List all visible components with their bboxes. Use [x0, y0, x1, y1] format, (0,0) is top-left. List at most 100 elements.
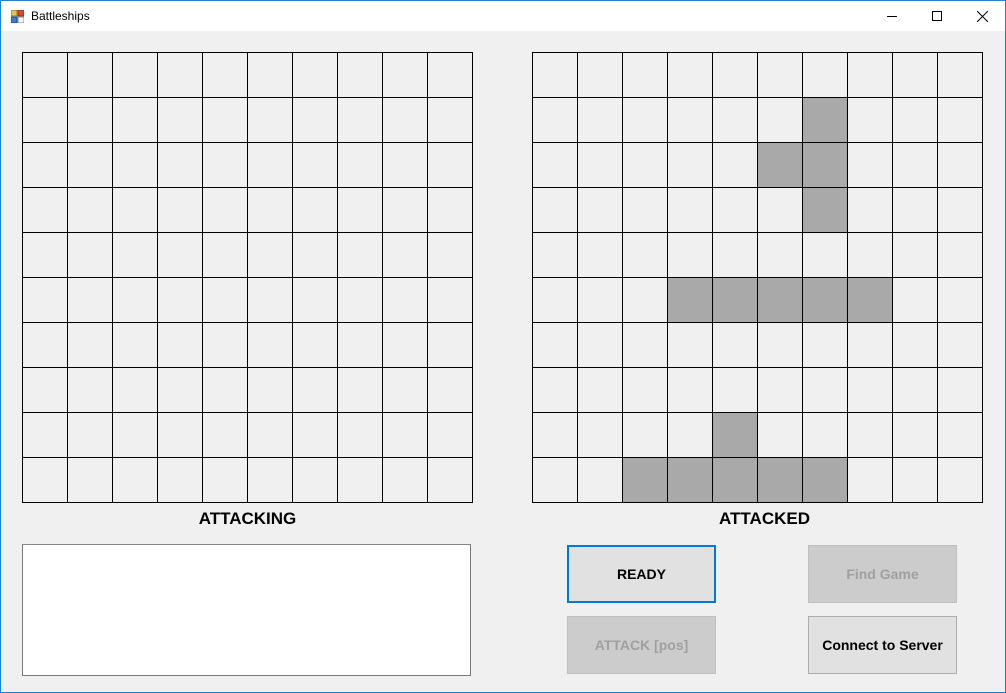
attacking-grid-cell[interactable] — [293, 53, 338, 98]
attacking-grid-cell[interactable] — [158, 458, 203, 503]
attacked-grid-cell[interactable] — [893, 368, 938, 413]
attacking-grid-cell[interactable] — [203, 188, 248, 233]
attacked-grid-cell[interactable] — [668, 98, 713, 143]
attacked-grid-cell[interactable] — [893, 413, 938, 458]
attacking-grid-cell[interactable] — [383, 98, 428, 143]
attacking-grid-cell[interactable] — [68, 188, 113, 233]
attacking-grid-cell[interactable] — [23, 368, 68, 413]
attacking-grid-cell[interactable] — [23, 143, 68, 188]
attacking-grid-cell[interactable] — [293, 323, 338, 368]
attacking-grid-cell[interactable] — [383, 233, 428, 278]
attacked-grid-cell[interactable] — [713, 413, 758, 458]
attacking-grid-cell[interactable] — [203, 413, 248, 458]
attacked-grid-cell[interactable] — [578, 53, 623, 98]
attacking-grid-cell[interactable] — [248, 143, 293, 188]
ready-button[interactable]: READY — [567, 545, 716, 603]
attacking-grid-cell[interactable] — [428, 233, 473, 278]
attacked-grid-cell[interactable] — [668, 188, 713, 233]
attacked-grid-cell[interactable] — [623, 368, 668, 413]
attacking-grid-cell[interactable] — [293, 143, 338, 188]
attacking-grid-cell[interactable] — [338, 143, 383, 188]
attacked-grid-cell[interactable] — [803, 53, 848, 98]
attacked-grid-cell[interactable] — [758, 98, 803, 143]
attacked-grid-cell[interactable] — [758, 413, 803, 458]
attacking-grid-cell[interactable] — [338, 458, 383, 503]
maximize-button[interactable] — [914, 1, 960, 31]
connect-to-server-button[interactable]: Connect to Server — [808, 616, 957, 674]
attacked-grid-cell[interactable] — [893, 143, 938, 188]
attacked-grid-cell[interactable] — [758, 278, 803, 323]
attacked-grid-cell[interactable] — [803, 458, 848, 503]
attacked-grid-cell[interactable] — [893, 188, 938, 233]
attacked-grid-cell[interactable] — [713, 98, 758, 143]
attacking-grid-cell[interactable] — [158, 143, 203, 188]
attacking-grid-cell[interactable] — [68, 143, 113, 188]
attacked-grid-cell[interactable] — [758, 233, 803, 278]
attacked-grid-cell[interactable] — [803, 413, 848, 458]
attacked-grid-cell[interactable] — [713, 188, 758, 233]
attacked-grid-cell[interactable] — [893, 323, 938, 368]
attacking-grid-cell[interactable] — [293, 458, 338, 503]
attacked-grid-cell[interactable] — [938, 413, 983, 458]
attacking-grid-cell[interactable] — [113, 368, 158, 413]
attacked-grid-cell[interactable] — [668, 278, 713, 323]
attacked-grid-cell[interactable] — [803, 323, 848, 368]
attacking-grid-cell[interactable] — [68, 233, 113, 278]
attacked-grid-cell[interactable] — [668, 368, 713, 413]
attacked-grid-cell[interactable] — [668, 458, 713, 503]
attacking-grid-cell[interactable] — [248, 458, 293, 503]
attacking-grid-cell[interactable] — [383, 278, 428, 323]
attacking-grid-cell[interactable] — [158, 233, 203, 278]
attacked-grid-cell[interactable] — [803, 143, 848, 188]
attacking-grid-cell[interactable] — [383, 188, 428, 233]
attacked-grid-cell[interactable] — [803, 98, 848, 143]
attacked-grid-cell[interactable] — [578, 233, 623, 278]
attacked-grid-cell[interactable] — [848, 458, 893, 503]
attacking-grid-cell[interactable] — [23, 278, 68, 323]
attacked-grid-cell[interactable] — [578, 143, 623, 188]
attacking-grid-cell[interactable] — [428, 368, 473, 413]
attacking-grid-cell[interactable] — [203, 458, 248, 503]
attacking-grid-cell[interactable] — [248, 413, 293, 458]
attacked-grid-cell[interactable] — [713, 323, 758, 368]
attacking-grid-cell[interactable] — [383, 323, 428, 368]
attacking-grid-cell[interactable] — [203, 233, 248, 278]
attacked-grid-cell[interactable] — [668, 413, 713, 458]
attacking-grid-cell[interactable] — [248, 323, 293, 368]
attacked-grid-cell[interactable] — [668, 233, 713, 278]
attacking-grid-cell[interactable] — [248, 53, 293, 98]
attacking-grid-cell[interactable] — [383, 458, 428, 503]
attacked-grid-cell[interactable] — [938, 323, 983, 368]
attacking-grid-cell[interactable] — [248, 98, 293, 143]
attacking-grid-cell[interactable] — [383, 53, 428, 98]
attacking-grid-cell[interactable] — [158, 278, 203, 323]
attacking-grid-cell[interactable] — [338, 368, 383, 413]
attacking-grid-cell[interactable] — [23, 53, 68, 98]
attacked-grid-cell[interactable] — [758, 188, 803, 233]
close-button[interactable] — [959, 1, 1005, 31]
attacking-grid-cell[interactable] — [113, 143, 158, 188]
attacking-grid-cell[interactable] — [68, 53, 113, 98]
attacking-grid-cell[interactable] — [113, 323, 158, 368]
attacking-grid-cell[interactable] — [248, 233, 293, 278]
attacked-grid-cell[interactable] — [533, 368, 578, 413]
attacking-grid-cell[interactable] — [68, 413, 113, 458]
attacking-grid-cell[interactable] — [158, 323, 203, 368]
attacked-grid-cell[interactable] — [533, 53, 578, 98]
attacking-grid-cell[interactable] — [338, 278, 383, 323]
attacked-grid-cell[interactable] — [893, 233, 938, 278]
attacked-grid-cell[interactable] — [848, 188, 893, 233]
attacked-grid-cell[interactable] — [578, 458, 623, 503]
attacked-grid-cell[interactable] — [578, 188, 623, 233]
attacking-grid-cell[interactable] — [338, 413, 383, 458]
attacked-grid-cell[interactable] — [938, 233, 983, 278]
attacking-grid-cell[interactable] — [68, 458, 113, 503]
attacked-grid-cell[interactable] — [623, 53, 668, 98]
attacking-grid-cell[interactable] — [428, 53, 473, 98]
attacking-grid-cell[interactable] — [203, 98, 248, 143]
attacked-grid-cell[interactable] — [893, 98, 938, 143]
attacked-grid-cell[interactable] — [713, 278, 758, 323]
attacking-grid-cell[interactable] — [338, 188, 383, 233]
attacked-grid-cell[interactable] — [938, 98, 983, 143]
attacking-grid-cell[interactable] — [428, 323, 473, 368]
